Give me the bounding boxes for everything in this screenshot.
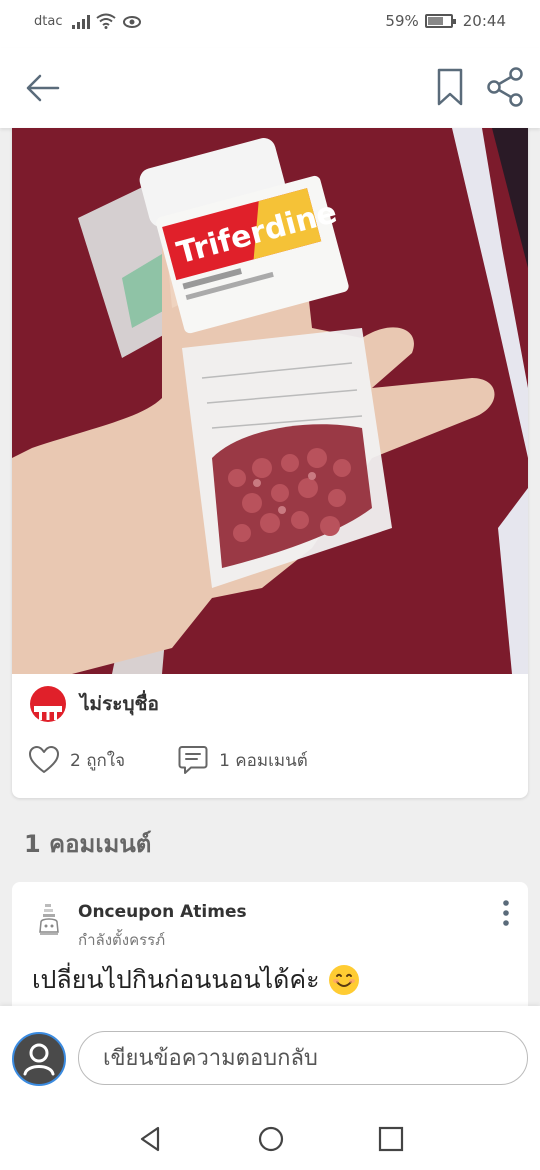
comment-body: เปลี่ยนไปกินก่อนนอนได้ค่ะ	[32, 965, 320, 994]
brand-logo-icon	[30, 686, 66, 722]
post-author[interactable]: ไม่ระบุชื่อ	[30, 686, 159, 722]
nav-back-icon	[140, 1126, 160, 1152]
clock: 20:44	[462, 12, 506, 30]
nav-home-icon	[258, 1126, 284, 1152]
reply-bar	[0, 1006, 540, 1108]
like-button[interactable]: 2 ถูกใจ	[28, 745, 125, 775]
comment-button[interactable]: 1 คอมเมนต์	[177, 744, 308, 776]
smiling-face-emoji-icon	[328, 965, 359, 995]
nav-back-button[interactable]	[136, 1124, 166, 1154]
comment-text: เปลี่ยนไปกินก่อนนอนได้ค่ะ	[32, 960, 360, 1000]
arrow-left-icon	[26, 74, 60, 102]
system-nav-bar	[0, 1108, 540, 1170]
back-button[interactable]	[20, 68, 64, 108]
comment-count-label: 1 คอมเมนต์	[219, 750, 308, 771]
bookmark-button[interactable]	[432, 66, 468, 108]
like-count-label: 2 ถูกใจ	[70, 750, 126, 771]
post-photo[interactable]: Triferdine	[12, 128, 528, 674]
bookmark-icon	[437, 68, 463, 106]
reply-input[interactable]	[78, 1031, 528, 1085]
nav-recents-button[interactable]	[376, 1124, 406, 1154]
battery-icon	[424, 14, 456, 28]
user-avatar-icon[interactable]	[12, 1032, 66, 1086]
comment-more-button[interactable]	[500, 898, 512, 928]
eye-icon	[123, 16, 141, 28]
comment-item: Onceupon Atimes กำลังตั้งครรภ์ เปลี่ยนไป…	[12, 882, 528, 1022]
photo-illustration: Triferdine	[12, 128, 528, 674]
commenter-avatar[interactable]	[36, 902, 62, 938]
wifi-icon	[96, 13, 116, 29]
nav-home-button[interactable]	[256, 1124, 286, 1154]
post-actions: 2 ถูกใจ 1 คอมเมนต์	[28, 744, 308, 776]
commenter-name[interactable]: Onceupon Atimes	[78, 902, 247, 922]
post-card: Triferdine ไม่ระบุชื่อ 2 ถูกใจ 1 คอมเมนต…	[12, 128, 528, 798]
app-bar	[0, 48, 540, 128]
signal-icon	[72, 13, 90, 29]
more-vert-icon	[503, 900, 509, 926]
battery-percent: 59%	[385, 12, 419, 30]
comment-icon	[178, 746, 208, 774]
comments-heading: 1 คอมเมนต์	[24, 830, 152, 858]
author-name: ไม่ระบุชื่อ	[80, 693, 159, 715]
commenter-status: กำลังตั้งครรภ์	[78, 931, 166, 949]
carrier-label: dtac	[34, 14, 63, 29]
heart-icon	[29, 746, 59, 773]
status-bar: dtac 59% 20:44	[0, 0, 540, 48]
share-icon	[487, 67, 523, 107]
nav-recents-icon	[378, 1126, 404, 1152]
share-button[interactable]	[482, 66, 526, 108]
